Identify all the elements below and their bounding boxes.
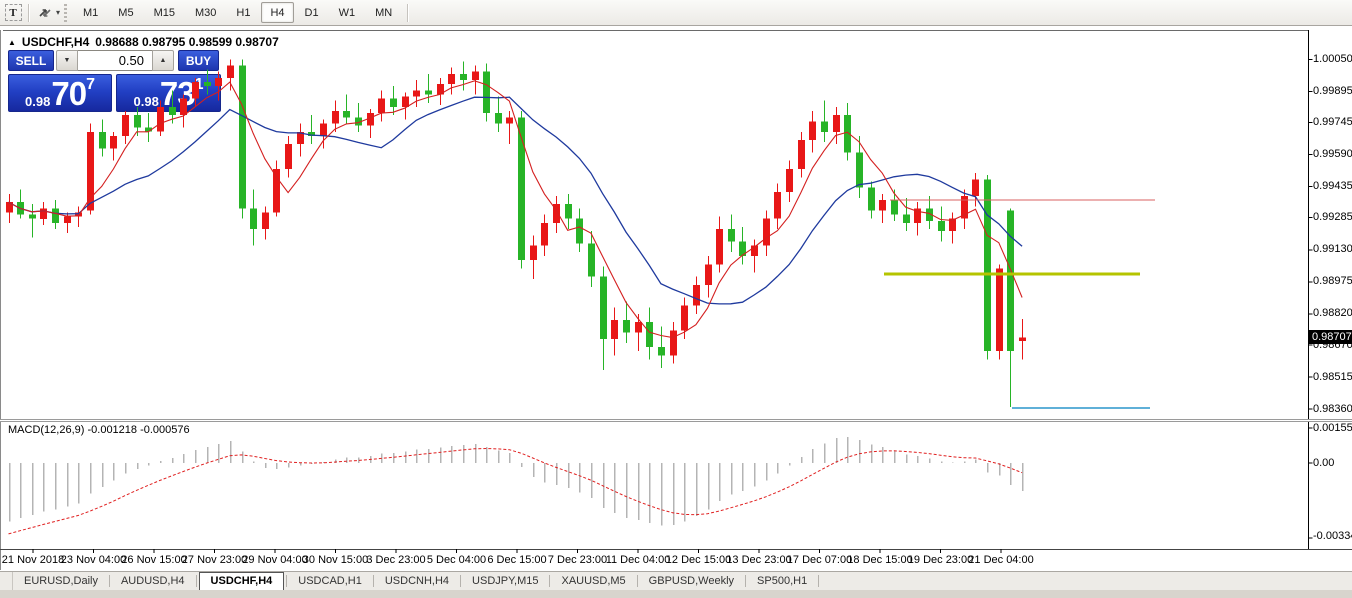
time-axis-label: 19 Dec 23:00 [908, 554, 973, 566]
axis-ticks [33, 59, 1313, 553]
buy-price-big: 73 [160, 79, 195, 109]
arrows-icon [37, 6, 53, 20]
sell-price-big: 70 [51, 79, 86, 109]
chart-title: ▲ USDCHF,H4 0.98688 0.98795 0.98599 0.98… [8, 35, 279, 49]
current-price-tag: 0.98707 [1309, 330, 1352, 344]
time-axis-label: 18 Dec 15:00 [847, 554, 912, 566]
time-axis-label: 7 Dec 23:00 [548, 554, 607, 566]
price-axis-label: 0.98515 [1313, 371, 1352, 383]
timeframe-button-m1[interactable]: M1 [74, 2, 107, 23]
time-axis-label: 23 Nov 04:00 [61, 554, 126, 566]
ma-slow-line [9, 97, 1023, 304]
timeframe-button-m15[interactable]: M15 [145, 2, 184, 23]
cursor-arrows-button[interactable] [35, 3, 55, 23]
timeframe-button-w1[interactable]: W1 [330, 2, 365, 23]
time-axis-label: 13 Dec 23:00 [726, 554, 791, 566]
timeframe-button-h1[interactable]: H1 [227, 2, 259, 23]
text-tool-button[interactable]: T [3, 3, 23, 23]
hline-objects[interactable] [884, 200, 1155, 408]
price-axis-label: 0.99435 [1313, 180, 1352, 192]
time-axis-label: 3 Dec 23:00 [366, 554, 425, 566]
price-axis-label: 0.99590 [1313, 148, 1352, 160]
time-axis-label: 11 Dec 04:00 [606, 554, 671, 566]
tab-gbpusd-weekly[interactable]: GBPUSD,Weekly [638, 573, 745, 590]
timeframe-button-m30[interactable]: M30 [186, 2, 225, 23]
mt4-terminal: T ▾ M1M5M15M30H1H4D1W1MN ▲ USDCHF,H4 0.9… [0, 0, 1352, 598]
tab-eurusd-daily[interactable]: EURUSD,Daily [13, 573, 109, 590]
tab-separator [196, 575, 197, 587]
macd-axis-label: 0.00 [1313, 457, 1334, 469]
sell-price-pipette: 7 [86, 78, 95, 92]
sell-button[interactable]: SELL [8, 50, 54, 71]
macd-axis-label: -0.003345 [1313, 530, 1352, 542]
sell-price-prefix: 0.98 [25, 94, 50, 109]
text-tool-icon: T [5, 4, 22, 21]
tab-usdjpy-m15[interactable]: USDJPY,M15 [461, 573, 549, 590]
timeframe-button-h4[interactable]: H4 [261, 2, 293, 23]
tab-separator [818, 575, 819, 587]
macd-axis-label: 0.001559 [1313, 422, 1352, 434]
macd-indicator-label: MACD(12,26,9) -0.001218 -0.000576 [8, 424, 190, 436]
time-axis-label: 6 Dec 15:00 [487, 554, 546, 566]
tab-usdchf-h4[interactable]: USDCHF,H4 [199, 572, 285, 591]
toolbar-separator-2 [407, 4, 409, 22]
time-axis-label: 21 Dec 04:00 [968, 554, 1033, 566]
status-strip [0, 590, 1352, 598]
time-axis-label: 26 Nov 15:00 [121, 554, 186, 566]
sell-price-display[interactable]: 0.98 70 7 [8, 74, 112, 112]
volume-increase-button[interactable]: ▲ [152, 50, 174, 71]
price-axis-label: 0.98360 [1313, 403, 1352, 415]
price-axis-label: 1.00050 [1313, 53, 1352, 65]
macd-signal-value: -0.000576 [140, 424, 190, 436]
price-axis-label: 0.99285 [1313, 211, 1352, 223]
spin-up-icon: ▲ [160, 57, 167, 64]
tab-xauusd-m5[interactable]: XAUUSD,M5 [550, 573, 636, 590]
timeframe-buttons: M1M5M15M30H1H4D1W1MN [73, 2, 402, 23]
chevron-down-icon[interactable]: ▾ [56, 8, 60, 17]
chart-symbol: USDCHF,H4 [22, 35, 89, 49]
macd-histogram [10, 437, 1023, 526]
chart-window: ▲ USDCHF,H4 0.98688 0.98795 0.98599 0.98… [0, 26, 1352, 571]
one-click-trading-panel: SELL ▼ 0.50 ▲ BUY 0.98 70 7 0.98 73 [8, 50, 221, 112]
price-axis-label: 0.99745 [1313, 116, 1352, 128]
buy-button[interactable]: BUY [178, 50, 219, 71]
buy-price-pipette: 1 [195, 78, 204, 92]
tab-usdcad-h1[interactable]: USDCAD,H1 [287, 573, 373, 590]
price-axis-label: 0.99130 [1313, 243, 1352, 255]
price-axis-label: 0.98975 [1313, 275, 1352, 287]
macd-main-value: -0.001218 [87, 424, 137, 436]
timeframe-button-mn[interactable]: MN [366, 2, 401, 23]
time-axis-label: 30 Nov 15:00 [303, 554, 368, 566]
time-axis-label: 21 Nov 2018 [2, 554, 64, 566]
collapse-icon[interactable]: ▲ [8, 38, 16, 47]
buy-price-display[interactable]: 0.98 73 1 [116, 74, 221, 112]
tab-sp500-h1[interactable]: SP500,H1 [746, 573, 818, 590]
time-axis-label: 5 Dec 04:00 [427, 554, 486, 566]
ma-lines [9, 81, 1023, 338]
spin-down-icon: ▼ [64, 57, 71, 64]
time-axis-label: 27 Nov 23:00 [182, 554, 247, 566]
time-axis-label: 29 Nov 04:00 [242, 554, 307, 566]
timeframe-button-d1[interactable]: D1 [296, 2, 328, 23]
buy-price-prefix: 0.98 [134, 94, 159, 109]
price-axis-label: 0.99895 [1313, 85, 1352, 97]
toolbar: T ▾ M1M5M15M30H1H4D1W1MN [0, 0, 1352, 26]
chart-ohlc-values: 0.98688 0.98795 0.98599 0.98707 [95, 35, 279, 49]
tab-usdcnh-h4[interactable]: USDCNH,H4 [374, 573, 460, 590]
toolbar-separator [28, 4, 30, 22]
ma-fast-line [9, 81, 1023, 338]
time-axis-label: 12 Dec 15:00 [666, 554, 731, 566]
time-axis-label: 17 Dec 07:00 [787, 554, 852, 566]
chart-tab-bar: EURUSD,DailyAUDUSD,H4USDCHF,H4USDCAD,H1U… [0, 571, 1352, 590]
timeframe-button-m5[interactable]: M5 [109, 2, 142, 23]
price-axis-label: 0.98820 [1313, 307, 1352, 319]
tab-audusd-h4[interactable]: AUDUSD,H4 [110, 573, 196, 590]
macd-signal-line [9, 449, 1023, 534]
volume-decrease-button[interactable]: ▼ [56, 50, 78, 71]
tab-bar-edge [0, 572, 13, 590]
volume-input[interactable]: 0.50 [78, 50, 152, 71]
macd-name: MACD(12,26,9) [8, 424, 84, 436]
toolbar-grip[interactable] [64, 4, 67, 22]
